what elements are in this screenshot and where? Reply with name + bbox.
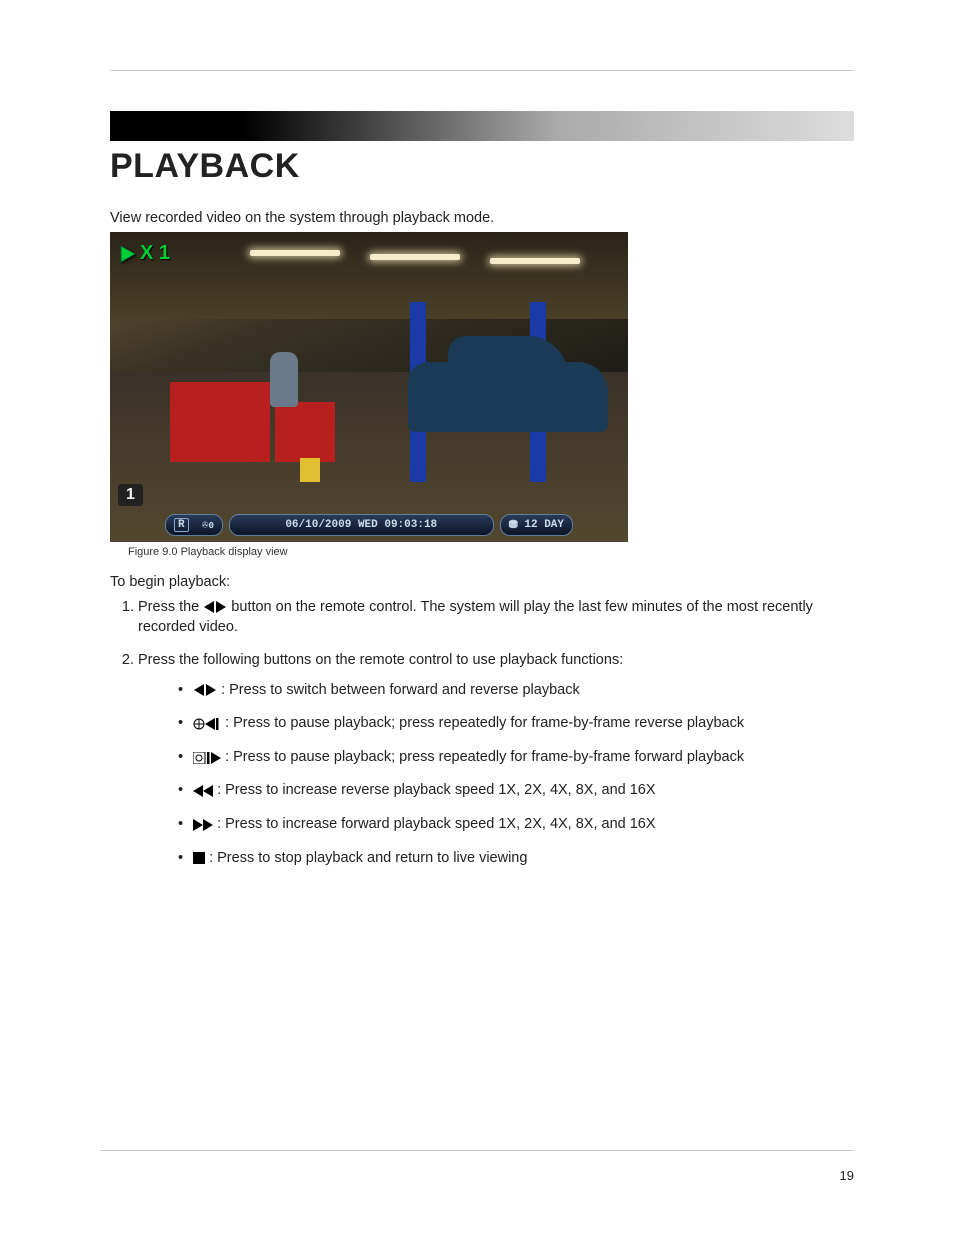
left-right-play-icon <box>193 684 217 696</box>
function-item: : Press to increase reverse playback spe… <box>178 781 854 801</box>
page-title: PLAYBACK <box>110 147 854 186</box>
function-item: : Press to increase forward playback spe… <box>178 815 854 835</box>
function-item: : Press to pause playback; press repeate… <box>178 714 854 734</box>
osd-bar: R ✇0 06/10/2009 WED 09:03:18 ⛃ 12 DAY <box>165 514 573 536</box>
hdd-icon: ⛃ <box>509 518 518 532</box>
steps-list: Press the button on the remote control. … <box>110 598 854 868</box>
step-item: Press the following buttons on the remot… <box>138 651 854 868</box>
function-item: : Press to pause playback; press repeate… <box>178 748 854 768</box>
intro-text: View recorded video on the system throug… <box>110 210 854 226</box>
section-header-bar <box>110 111 854 141</box>
frame-forward-icon <box>193 752 221 764</box>
fast-reverse-icon <box>193 785 213 797</box>
figure-caption: Figure 9.0 Playback display view <box>128 546 854 558</box>
left-right-play-icon <box>203 601 227 613</box>
osd-hdd-status: ⛃ 12 DAY <box>500 514 573 536</box>
speed-text: X 1 <box>140 242 170 265</box>
instructions-lead: To begin playback: <box>110 574 854 590</box>
fast-forward-icon <box>193 819 213 831</box>
osd-timestamp: 06/10/2009 WED 09:03:18 <box>229 514 494 536</box>
step-item: Press the button on the remote control. … <box>138 598 854 637</box>
function-item: : Press to stop playback and return to l… <box>178 849 854 869</box>
page-number: 19 <box>840 1168 854 1183</box>
osd-rec-indicator: R ✇0 <box>165 514 223 536</box>
play-icon <box>120 245 136 263</box>
function-item: : Press to switch between forward and re… <box>178 681 854 701</box>
functions-list: : Press to switch between forward and re… <box>138 681 854 868</box>
playback-screenshot: X 1 1 R ✇0 06/10/2009 WED 09:03:18 ⛃ 12 … <box>110 232 628 542</box>
frame-reverse-icon <box>193 718 221 730</box>
channel-badge: 1 <box>118 484 143 506</box>
playback-speed-indicator: X 1 <box>120 242 170 265</box>
stop-icon <box>193 852 205 864</box>
